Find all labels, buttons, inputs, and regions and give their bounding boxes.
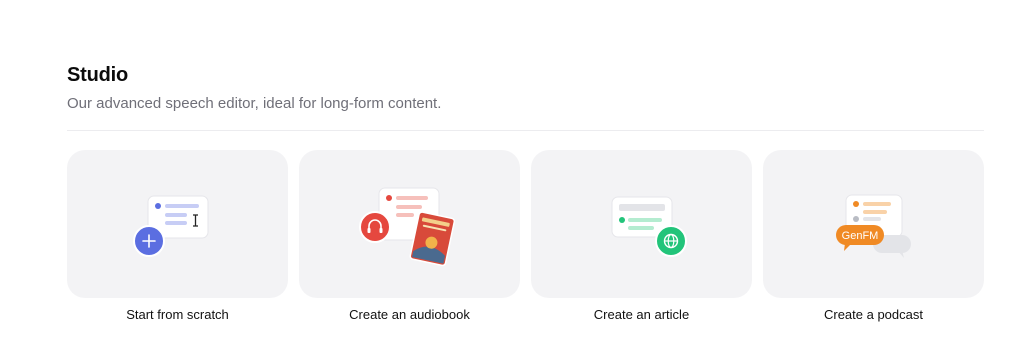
audiobook-illustration [359, 187, 456, 267]
genfm-badge-text: GenFM [842, 230, 879, 242]
start-from-scratch-card[interactable]: Start from scratch [67, 150, 288, 330]
document-plus-illustration [133, 195, 209, 257]
card-label: Create a podcast [823, 307, 923, 322]
globe-icon [655, 225, 687, 257]
create-article-card[interactable]: Create an article [531, 150, 752, 330]
card-tile [531, 150, 752, 298]
studio-cards: Start from scratch Create an audiobook C… [67, 150, 984, 330]
section-divider [67, 130, 984, 131]
card-label: Start from scratch [126, 307, 229, 322]
plus-icon [133, 225, 165, 257]
card-tile: GenFM [763, 150, 984, 298]
headphones-icon [359, 211, 391, 243]
section-title: Studio [67, 64, 129, 86]
section-subtitle: Our advanced speech editor, ideal for lo… [67, 95, 442, 112]
article-illustration [611, 196, 687, 257]
create-audiobook-card[interactable]: Create an audiobook [299, 150, 520, 330]
create-podcast-card[interactable]: GenFM Create a podcast [763, 150, 984, 330]
card-label: Create an article [593, 307, 690, 322]
card-label: Create an audiobook [349, 307, 470, 322]
card-tile [67, 150, 288, 298]
podcast-illustration: GenFM [836, 194, 911, 258]
card-tile [299, 150, 520, 298]
